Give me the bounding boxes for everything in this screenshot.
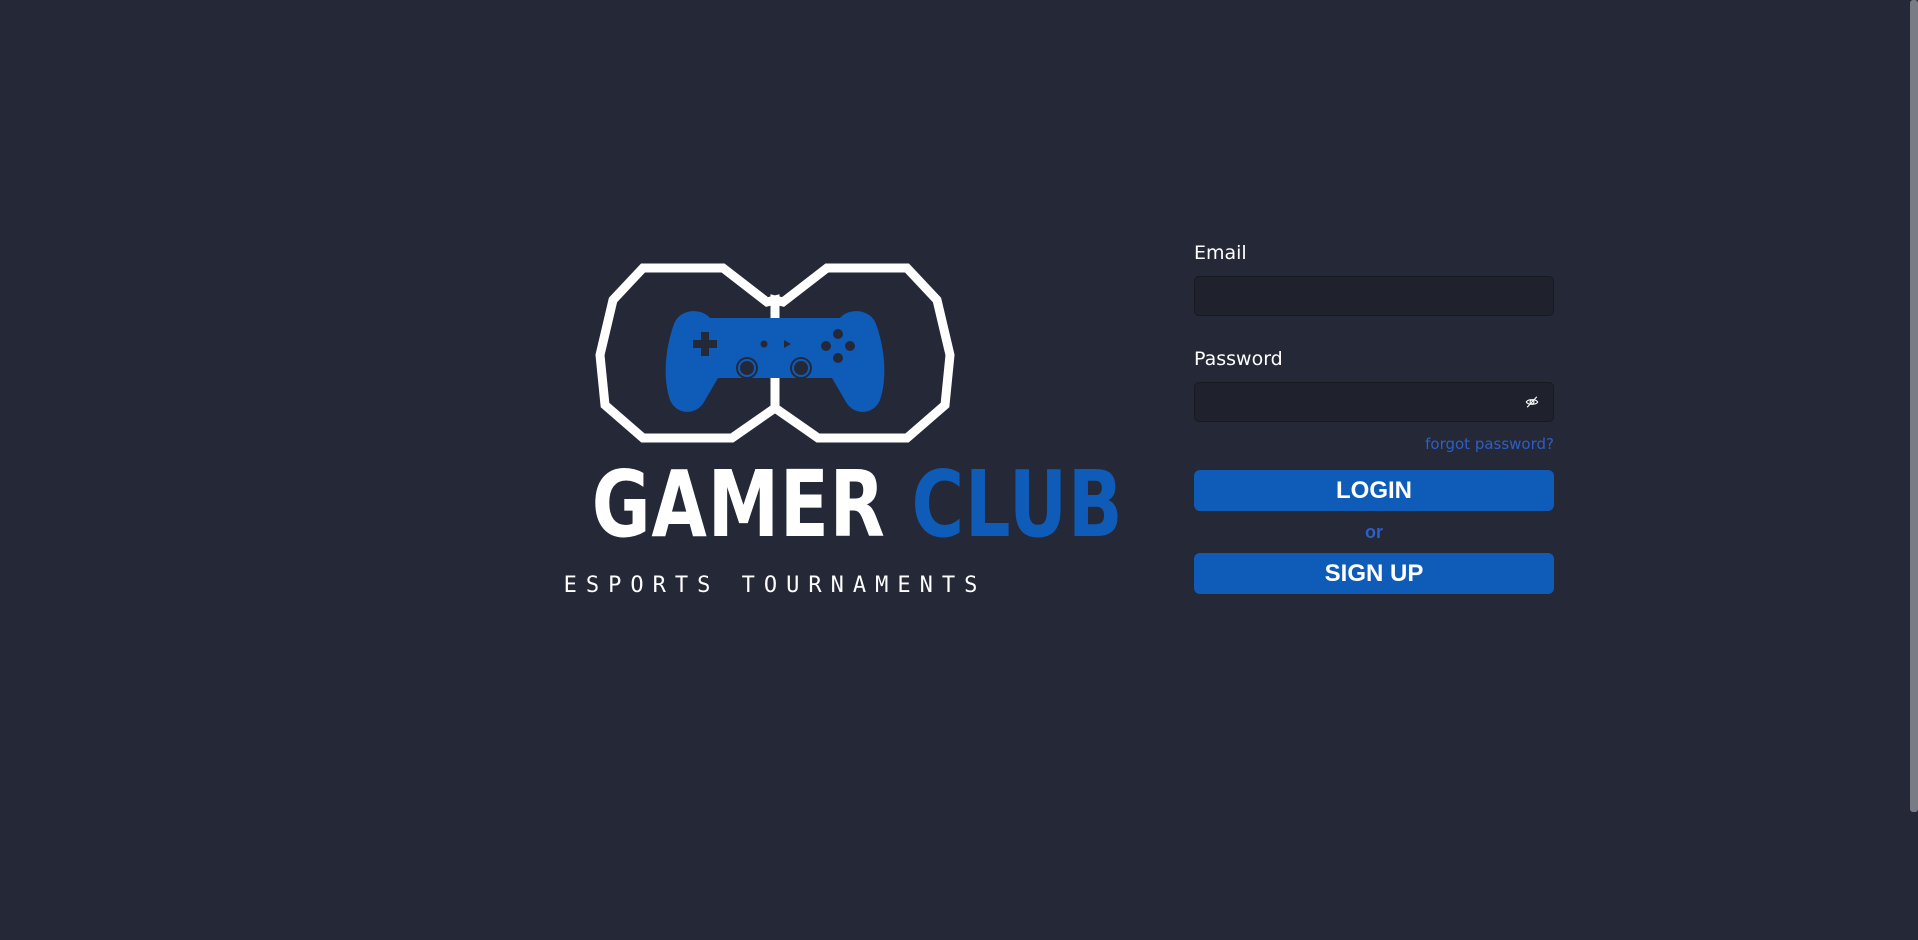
eye-off-icon[interactable]: [1525, 395, 1539, 409]
login-form: Email Password forgot password? LOGIN or…: [1194, 240, 1554, 594]
scrollbar[interactable]: [1910, 0, 1918, 812]
logo-word-club: CLUB: [911, 451, 1124, 558]
password-label: Password: [1194, 348, 1283, 370]
login-page: GAMER CLUB ESPORTS TOURNAMENTS Email Pas…: [0, 0, 1918, 940]
gamepad-icon: [595, 263, 955, 443]
sign-up-button[interactable]: SIGN UP: [1194, 553, 1554, 594]
email-field-wrapper: [1194, 276, 1554, 316]
email-field[interactable]: [1195, 277, 1553, 315]
logo-wordmark: GAMER CLUB: [592, 455, 1123, 555]
password-field[interactable]: [1195, 383, 1553, 421]
email-label: Email: [1194, 242, 1247, 264]
password-field-wrapper: [1194, 382, 1554, 422]
logo-tagline: ESPORTS TOURNAMENTS: [563, 573, 987, 598]
forgot-password-link[interactable]: forgot password?: [1194, 434, 1554, 454]
login-button[interactable]: LOGIN: [1194, 470, 1554, 511]
or-separator: or: [1365, 522, 1383, 542]
logo-word-gamer: GAMER: [591, 451, 886, 558]
gamer-club-logo: GAMER CLUB ESPORTS TOURNAMENTS: [540, 260, 1123, 610]
